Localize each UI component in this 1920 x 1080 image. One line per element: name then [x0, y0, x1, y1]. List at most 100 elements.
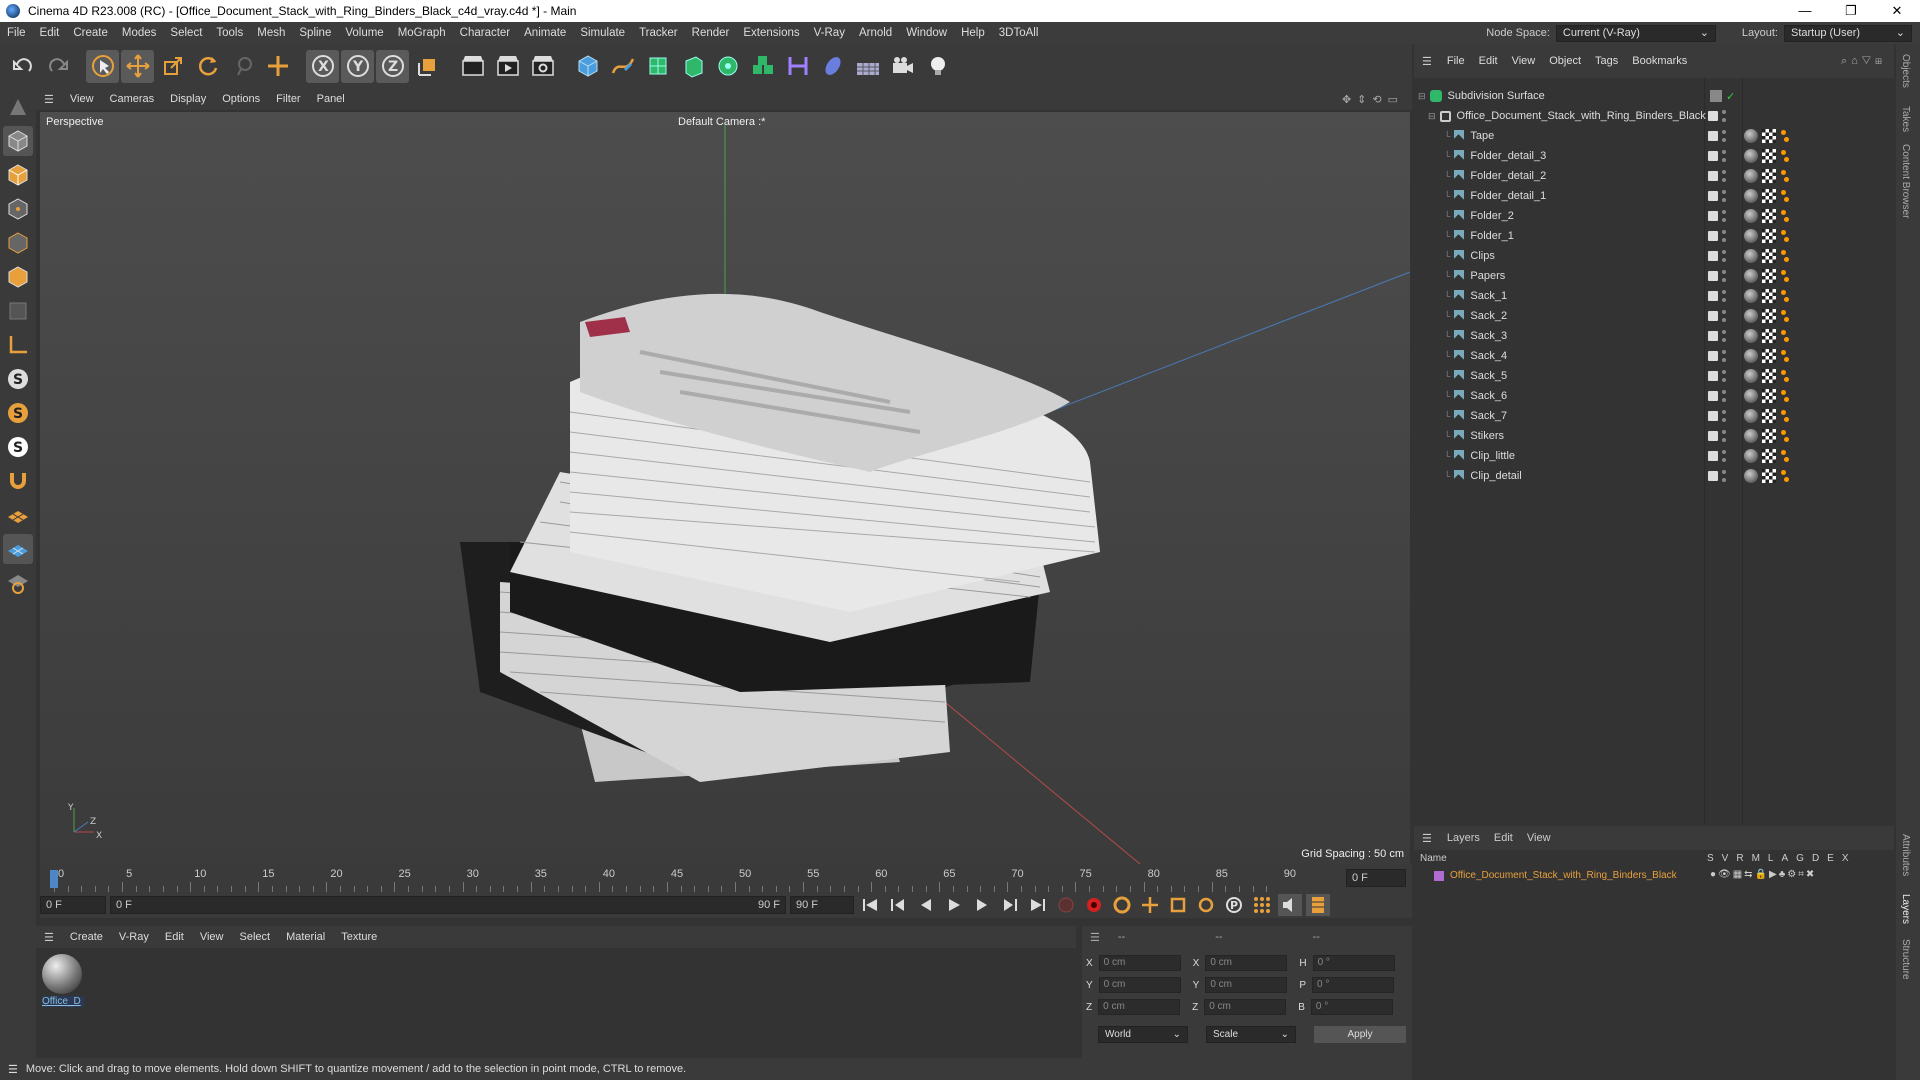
object-row[interactable]: └ Sack_1: [1414, 286, 1894, 306]
phong-tag-icon[interactable]: [1744, 449, 1758, 463]
uvw-tag-icon[interactable]: [1762, 169, 1776, 183]
layer-swatch[interactable]: [1708, 211, 1718, 221]
layer-swatch[interactable]: [1708, 171, 1718, 181]
phong-tag-icon[interactable]: [1744, 209, 1758, 223]
uvw-tag-icon[interactable]: [1762, 329, 1776, 343]
uvw-tag-icon[interactable]: [1762, 349, 1776, 363]
material-tag-icon[interactable]: [1780, 330, 1790, 342]
visibility-dots[interactable]: [1722, 310, 1726, 322]
viewport-nav-icons[interactable]: ✥⇕⟲▭: [1342, 93, 1412, 106]
material-tag-icon[interactable]: [1780, 390, 1790, 402]
workplane-button[interactable]: [3, 466, 33, 496]
render-to-picture-viewer-button[interactable]: [491, 50, 524, 83]
layer-swatch[interactable]: [1708, 351, 1718, 361]
phong-tag-icon[interactable]: [1744, 249, 1758, 263]
menu-3dtoall[interactable]: 3DToAll: [992, 27, 1046, 39]
create-object-button[interactable]: [261, 50, 294, 83]
layer-swatch[interactable]: [1708, 431, 1718, 441]
material-panel-menu-icon[interactable]: ☰: [36, 931, 62, 944]
uvw-tag-icon[interactable]: [1762, 369, 1776, 383]
tab-takes[interactable]: Takes: [1900, 106, 1911, 132]
uv-mode-button[interactable]: [3, 296, 33, 326]
uvw-tag-icon[interactable]: [1762, 389, 1776, 403]
menu-extensions[interactable]: Extensions: [736, 27, 806, 39]
start-frame-field[interactable]: 0 F: [40, 896, 106, 914]
object-menu-file[interactable]: File: [1440, 55, 1472, 67]
material-tag-icon[interactable]: [1780, 170, 1790, 182]
current-frame-field[interactable]: 0 F: [1346, 869, 1406, 887]
object-menu-view[interactable]: View: [1505, 55, 1543, 67]
visibility-dots[interactable]: [1722, 370, 1726, 382]
uvw-tag-icon[interactable]: [1762, 409, 1776, 423]
next-frame-button[interactable]: [970, 894, 994, 916]
material-menu-create[interactable]: Create: [62, 931, 111, 943]
menu-vray[interactable]: V-Ray: [807, 27, 852, 39]
object-menu-object[interactable]: Object: [1542, 55, 1588, 67]
phong-tag-icon[interactable]: [1744, 229, 1758, 243]
rot-p-field[interactable]: 0 °: [1312, 977, 1395, 993]
visibility-dots[interactable]: [1722, 290, 1726, 302]
layer-swatch[interactable]: [1708, 471, 1718, 481]
go-to-end-button[interactable]: [1026, 894, 1050, 916]
phong-tag-icon[interactable]: [1744, 369, 1758, 383]
object-row[interactable]: └ Tape: [1414, 126, 1894, 146]
layer-flag-icons[interactable]: ●👁▦⇆🔒▶♣⚙⌗✖: [1710, 869, 1816, 880]
visibility-dots[interactable]: [1722, 110, 1726, 122]
viewport-menu-options[interactable]: Options: [214, 93, 268, 105]
object-panel-menu-icon[interactable]: ☰: [1414, 55, 1440, 68]
timeline-ruler[interactable]: 0 5 10 15 20 25 30 35 40 45 50 55 60 65 70 75 80 85 90 0 F: [40, 864, 1412, 892]
menu-file[interactable]: File: [0, 27, 33, 39]
layer-swatch[interactable]: [1708, 191, 1718, 201]
motion-mode-button[interactable]: [1278, 894, 1302, 916]
layer-swatch[interactable]: [1708, 111, 1718, 121]
size-x-field[interactable]: 0 cm: [1205, 955, 1288, 971]
object-row[interactable]: └ Sack_3: [1414, 326, 1894, 346]
visibility-dots[interactable]: [1722, 430, 1726, 442]
object-row-root[interactable]: ⊟ Subdivision Surface ✓: [1414, 86, 1894, 106]
point-mode-button[interactable]: [3, 194, 33, 224]
viewport-menu-cameras[interactable]: Cameras: [102, 93, 163, 105]
node-space-select[interactable]: Current (V-Ray) ⌄: [1555, 24, 1716, 42]
x-axis-lock-button[interactable]: X: [306, 49, 339, 83]
layer-swatch[interactable]: [1708, 291, 1718, 301]
model-mode-button[interactable]: [3, 126, 33, 156]
layer-swatch[interactable]: [1708, 391, 1718, 401]
material-tag-icon[interactable]: [1780, 230, 1790, 242]
minimize-button[interactable]: —: [1782, 3, 1828, 19]
menu-volume[interactable]: Volume: [338, 27, 390, 39]
material-tag-icon[interactable]: [1780, 250, 1790, 262]
menu-create[interactable]: Create: [66, 27, 115, 39]
menu-select[interactable]: Select: [163, 27, 209, 39]
menu-spline[interactable]: Spline: [292, 27, 338, 39]
menu-modes[interactable]: Modes: [115, 27, 164, 39]
menu-mograph[interactable]: MoGraph: [391, 27, 453, 39]
object-menu-bookmarks[interactable]: Bookmarks: [1625, 55, 1694, 67]
layer-swatch[interactable]: [1708, 311, 1718, 321]
layer-menu-layers[interactable]: Layers: [1440, 832, 1487, 844]
z-axis-lock-button[interactable]: Z: [376, 49, 409, 83]
light-button[interactable]: [921, 50, 954, 83]
pos-z-field[interactable]: 0 cm: [1098, 999, 1181, 1015]
material-tag-icon[interactable]: [1780, 290, 1790, 302]
phong-tag-icon[interactable]: [1744, 169, 1758, 183]
3d-viewport[interactable]: Perspective Default Camera :* Grid Spaci…: [40, 112, 1410, 864]
material-menu-material[interactable]: Material: [278, 931, 333, 943]
material-tag-icon[interactable]: [1780, 370, 1790, 382]
object-row[interactable]: └ Stikers: [1414, 426, 1894, 446]
visibility-dots[interactable]: [1722, 350, 1726, 362]
apply-button[interactable]: Apply: [1314, 1026, 1406, 1043]
visibility-dots[interactable]: [1722, 150, 1726, 162]
prev-frame-button[interactable]: [914, 894, 938, 916]
play-button[interactable]: [942, 894, 966, 916]
snap-s1-button[interactable]: S: [3, 364, 33, 394]
visibility-dots[interactable]: [1722, 270, 1726, 282]
visibility-dots[interactable]: [1722, 250, 1726, 262]
phong-tag-icon[interactable]: [1744, 329, 1758, 343]
material-menu-select[interactable]: Select: [232, 931, 279, 943]
material-menu-vray[interactable]: V-Ray: [111, 931, 157, 943]
live-selection-button[interactable]: [86, 49, 119, 83]
object-row[interactable]: └ Folder_1: [1414, 226, 1894, 246]
phong-tag-icon[interactable]: [1744, 309, 1758, 323]
texture-mode-button[interactable]: [3, 160, 33, 190]
menu-tools[interactable]: Tools: [209, 27, 250, 39]
